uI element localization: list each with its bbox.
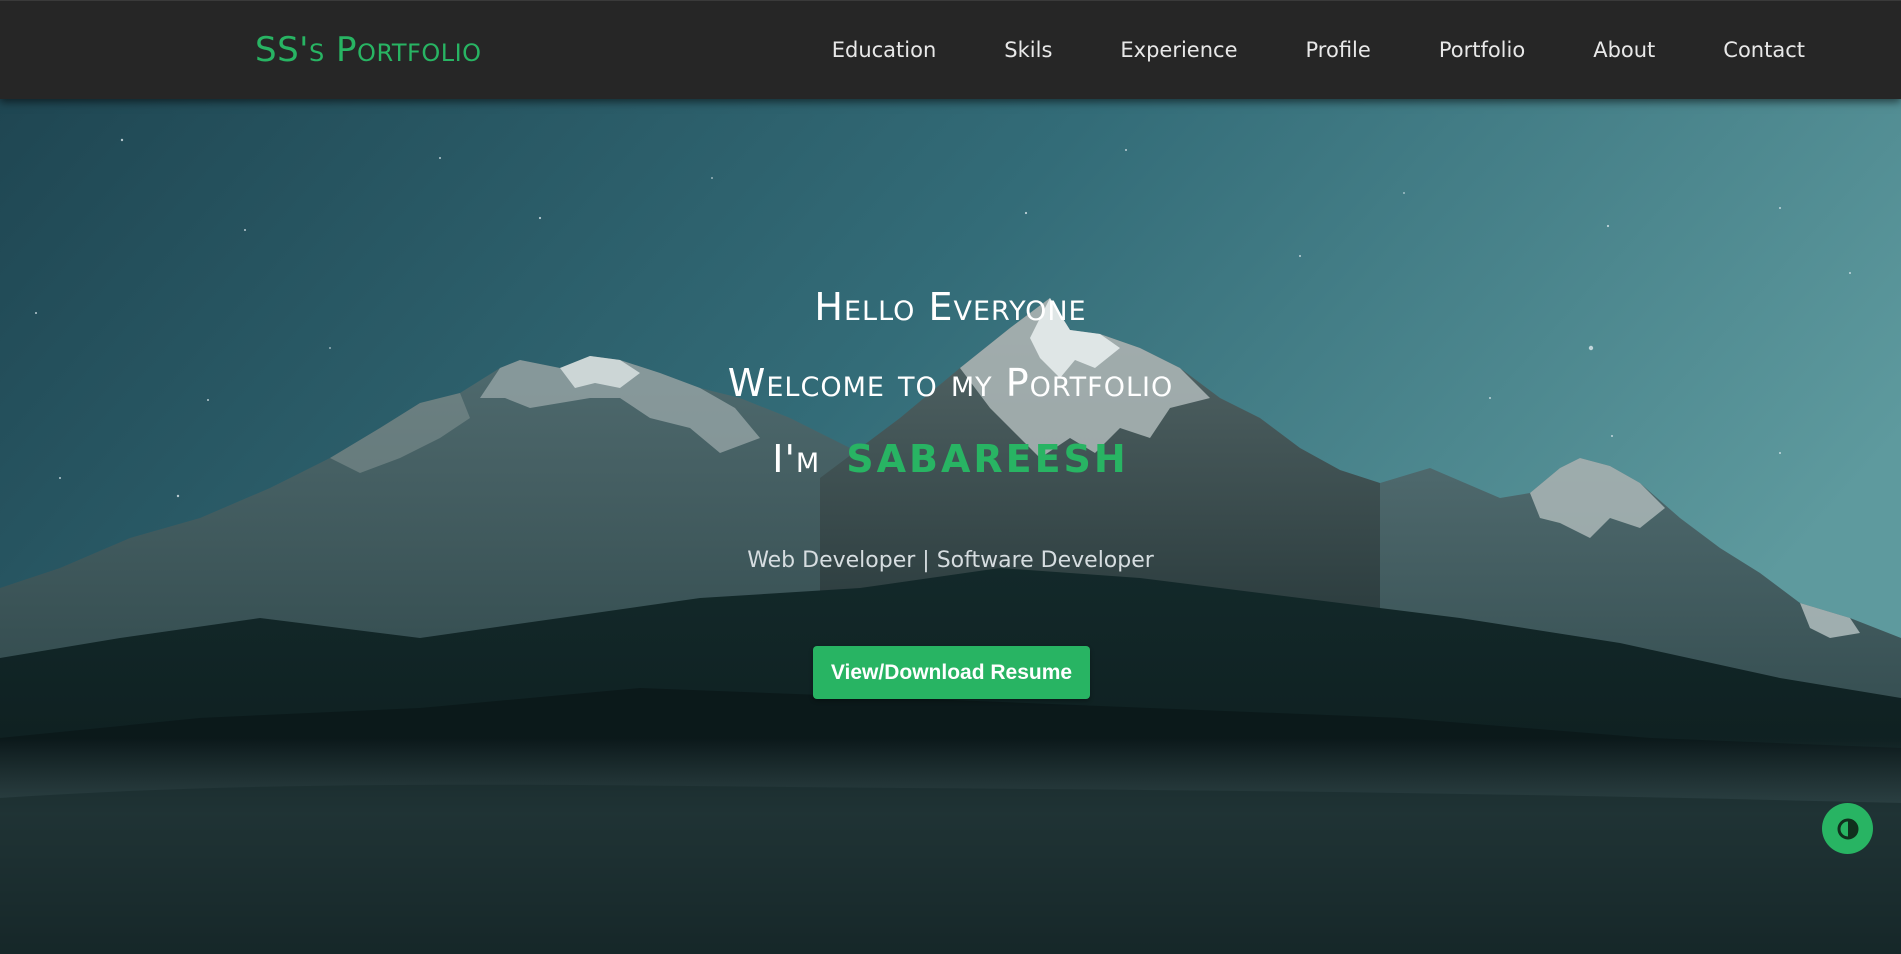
hero-greeting: Hello Everyone: [814, 285, 1087, 329]
hero-welcome: Welcome to my Portfolio: [727, 361, 1174, 405]
nav-link-skills[interactable]: Skils: [970, 38, 1086, 62]
nav-link-education[interactable]: Education: [798, 38, 971, 62]
resume-button[interactable]: View/Download Resume: [813, 646, 1090, 699]
nav-link-portfolio[interactable]: Portfolio: [1405, 38, 1559, 62]
portfolio-page: SS's Portfolio Education Skils Experienc…: [0, 0, 1901, 954]
hero-name: SABAREESH: [846, 437, 1129, 481]
top-navbar: SS's Portfolio Education Skils Experienc…: [0, 0, 1901, 99]
hero-section: Hello Everyone Welcome to my Portfolio I…: [0, 98, 1901, 954]
intro-prefix: I'm: [772, 437, 821, 481]
hero-roles: Web Developer | Software Developer: [747, 548, 1154, 573]
nav-link-experience[interactable]: Experience: [1086, 38, 1271, 62]
brand-logo[interactable]: SS's Portfolio: [255, 28, 482, 72]
hero-intro: I'm SABAREESH: [0, 436, 1901, 482]
nav-link-about[interactable]: About: [1559, 38, 1689, 62]
theme-toggle-button[interactable]: [1822, 803, 1873, 854]
nav-links: Education Skils Experience Profile Portf…: [798, 1, 1805, 99]
nav-link-profile[interactable]: Profile: [1272, 38, 1405, 62]
contrast-icon: [1837, 818, 1858, 839]
nav-link-contact[interactable]: Contact: [1689, 38, 1805, 62]
